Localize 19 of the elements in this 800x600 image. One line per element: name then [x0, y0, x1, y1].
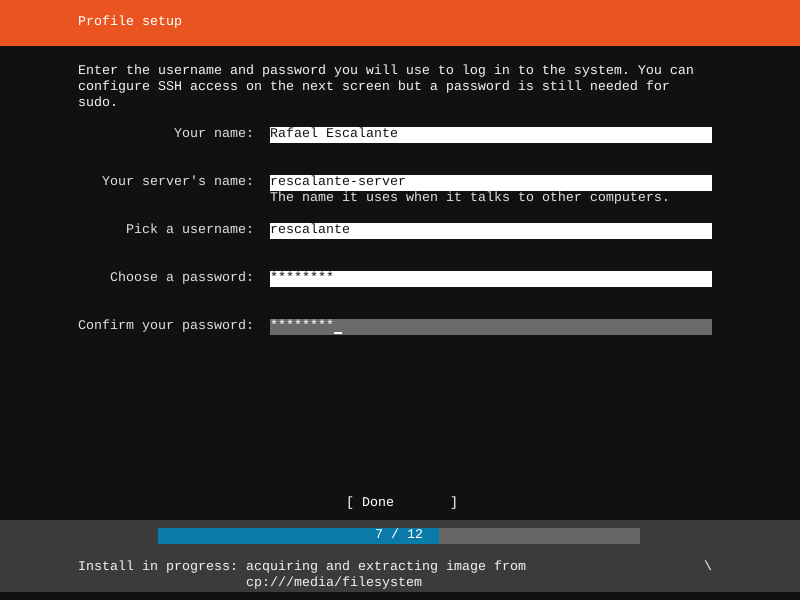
field-label: Your server's name:	[101, 175, 254, 192]
done-button[interactable]: [ Done ]	[346, 496, 458, 512]
input-field[interactable]: rescalante	[270, 223, 712, 239]
input-field[interactable]: Rafael Escalante	[270, 127, 712, 143]
intro-text: Enter the username and password you will use to log in to the system. You can configure SSH access on the next screen but a password is still needed for sudo.	[78, 64, 695, 112]
screen-title: Profile setup	[78, 15, 182, 31]
progress-label: 7 / 12	[375, 528, 423, 544]
input-field[interactable]: ********	[270, 271, 712, 287]
field-label: Choose a password:	[109, 271, 254, 288]
status-label: Install in progress:	[78, 560, 239, 577]
status-message: acquiring and extracting image from cp:///media/filesystem	[246, 560, 527, 592]
field-hint: The name it uses when it talks to other computers.	[270, 191, 671, 207]
input-field[interactable]: ********	[270, 319, 712, 335]
text-cursor	[334, 332, 342, 334]
field-label: Your name:	[173, 127, 254, 144]
field-label: Confirm your password:	[78, 319, 254, 336]
field-label: Pick a username:	[125, 223, 254, 240]
spinner-indicator: \	[704, 560, 712, 577]
input-field[interactable]: rescalante-server	[270, 175, 712, 191]
